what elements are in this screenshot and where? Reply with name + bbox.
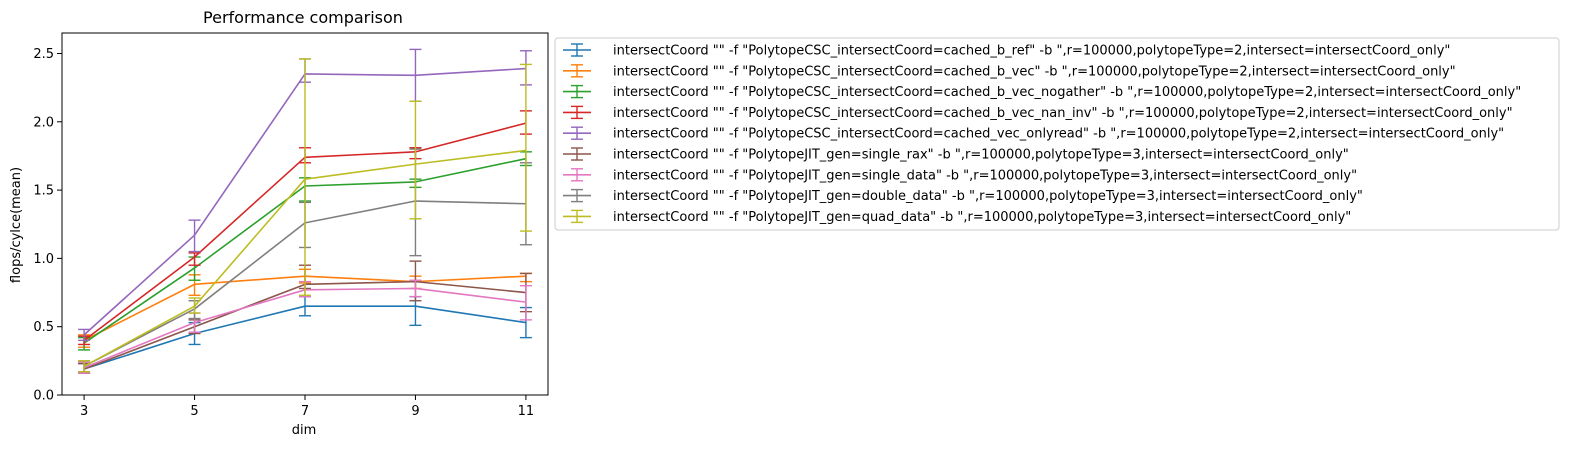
x-tick-label: 9	[411, 404, 419, 419]
legend-label: intersectCoord "" -f "PolytopeJIT_gen=qu…	[613, 210, 1351, 225]
chart-title: Performance comparison	[203, 8, 403, 27]
legend-label: intersectCoord "" -f "PolytopeCSC_inters…	[613, 106, 1513, 121]
y-axis-label: flops/cylce(mean)	[9, 167, 24, 283]
y-tick-label: 2.5	[33, 47, 54, 62]
legend-label: intersectCoord "" -f "PolytopeJIT_gen=si…	[613, 168, 1357, 183]
legend-label: intersectCoord "" -f "PolytopeJIT_gen=do…	[613, 189, 1363, 204]
legend-entry: intersectCoord "" -f "PolytopeJIT_gen=do…	[563, 189, 1363, 204]
legend-entry: intersectCoord "" -f "PolytopeJIT_gen=qu…	[563, 210, 1351, 225]
legend-entry: intersectCoord "" -f "PolytopeCSC_inters…	[563, 106, 1513, 121]
x-tick-label: 11	[518, 404, 535, 419]
chart-figure: Performance comparison 3 5 7 9 11 0.0 0.5 1.0 1…	[0, 0, 1595, 455]
legend-label: intersectCoord "" -f "PolytopeJIT_gen=si…	[613, 148, 1349, 163]
legend-label: intersectCoord "" -f "PolytopeCSC_inters…	[613, 85, 1521, 100]
x-tick-label: 7	[301, 404, 309, 419]
y-tick-label: 1.5	[33, 184, 54, 199]
x-tick-label: 3	[80, 404, 88, 419]
legend-entry: intersectCoord "" -f "PolytopeJIT_gen=si…	[563, 168, 1357, 183]
legend-entry: intersectCoord "" -f "PolytopeCSC_inters…	[563, 85, 1521, 100]
legend: intersectCoord "" -f "PolytopeCSC_inters…	[555, 38, 1559, 230]
x-tick-label: 5	[190, 404, 198, 419]
x-axis-label: dim	[292, 423, 317, 438]
y-tick-label: 1.0	[33, 252, 54, 267]
legend-label: intersectCoord "" -f "PolytopeCSC_inters…	[613, 127, 1504, 142]
y-tick-label: 0.0	[33, 389, 54, 404]
y-tick-label: 2.0	[33, 115, 54, 130]
legend-label: intersectCoord "" -f "PolytopeCSC_inters…	[613, 44, 1450, 59]
legend-entry: intersectCoord "" -f "PolytopeCSC_inters…	[563, 127, 1504, 142]
performance-line-chart: Performance comparison 3 5 7 9 11 0.0 0.5 1.0 1…	[0, 0, 1595, 455]
legend-label: intersectCoord "" -f "PolytopeCSC_inters…	[613, 64, 1456, 79]
legend-entry: intersectCoord "" -f "PolytopeCSC_inters…	[563, 64, 1456, 79]
legend-entry: intersectCoord "" -f "PolytopeCSC_inters…	[563, 44, 1450, 59]
y-tick-label: 0.5	[33, 320, 54, 335]
legend-entry: intersectCoord "" -f "PolytopeJIT_gen=si…	[563, 148, 1349, 163]
